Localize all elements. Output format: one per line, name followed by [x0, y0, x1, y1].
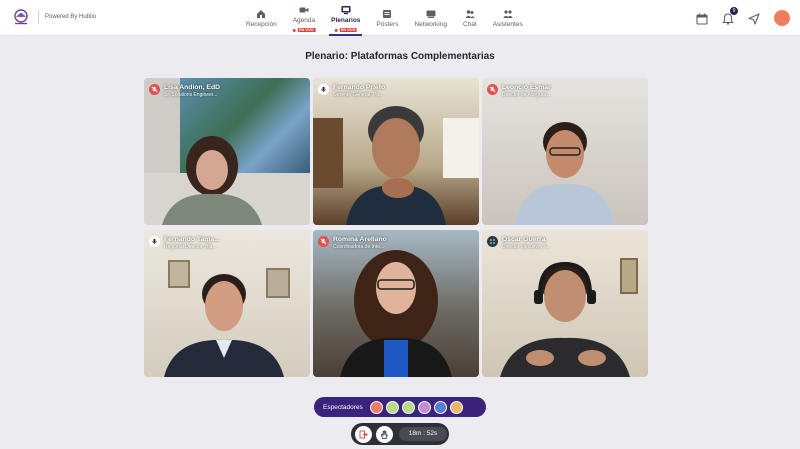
video-tile[interactable]: Fernando Tama... Regional Director, Bla..…	[144, 230, 310, 377]
mic-on-icon	[318, 84, 329, 95]
live-dot	[334, 28, 338, 32]
powered-by-label: Powered By Hubilo	[45, 14, 97, 20]
stage-screen-icon	[341, 5, 351, 14]
participant-header: Leoncio Esmar Director de Asegura...	[487, 84, 551, 99]
nav-label: Recepción	[246, 20, 277, 28]
participant-video	[162, 136, 262, 225]
nav-recepcion[interactable]: Recepción	[238, 0, 285, 36]
participant-name: Romina Arellano	[333, 236, 387, 243]
participant-name: Fernando Prieto	[333, 84, 386, 91]
live-dot	[292, 28, 296, 32]
participant-header: Fernando Tama... Regional Director, Bla..…	[149, 236, 220, 251]
user-avatar[interactable]	[774, 10, 790, 26]
spectators-bar[interactable]: Espectadores	[314, 397, 486, 417]
nav-agenda[interactable]: Agenda EN VIVO	[285, 0, 323, 36]
brand: Powered By Hubilo	[10, 8, 96, 26]
participant-role: Coordinadora de Inte...	[333, 244, 385, 250]
participant-video	[340, 250, 452, 377]
mic-on-icon	[149, 236, 160, 247]
video-tile[interactable]: Romina Arellano Coordinadora de Inte...	[313, 230, 479, 377]
participant-header: Fernando Prieto Gerente General, Po...	[318, 84, 385, 99]
mic-muted-icon	[318, 236, 329, 247]
home-icon	[257, 9, 266, 18]
participant-name: Leoncio Esmar	[502, 84, 551, 91]
messages-button[interactable]	[748, 12, 760, 25]
nav-plenarios[interactable]: Plenarios EN VIVO	[323, 0, 368, 36]
participant-role: Director de Asegura...	[502, 92, 551, 98]
participant-name: Lisa Andion, EdD	[164, 84, 221, 91]
participant-name: Fernando Tama...	[164, 236, 220, 243]
raise-hand-button[interactable]	[376, 425, 393, 443]
spectator-avatar[interactable]	[401, 400, 415, 414]
nav-label: Networking	[414, 20, 447, 28]
video-tile[interactable]: Leoncio Esmar Director de Asegura...	[482, 78, 648, 225]
participant-video	[346, 106, 446, 225]
brand-divider	[38, 10, 39, 24]
nav-label: Chat	[462, 20, 477, 28]
participant-video	[164, 274, 284, 377]
spectator-avatar[interactable]	[369, 400, 383, 414]
participant-video	[500, 261, 630, 377]
participant-role: Sr. Solutions Engineer...	[164, 92, 218, 98]
spectator-avatar[interactable]	[449, 400, 463, 414]
participant-name: Oscar Guerra	[502, 236, 546, 243]
send-icon	[748, 13, 760, 25]
header-actions: 9	[696, 0, 790, 36]
page-title: Plenario: Plataformas Complementarias	[305, 51, 495, 62]
live-badge: EN VIVO	[292, 28, 316, 32]
session-controls: 18m : 52s	[351, 423, 449, 445]
participant-header: Oscar Guerra Director ejecutivo, F...	[487, 236, 550, 251]
main-nav: Recepción Agenda EN VIVO Plenarios EN VI…	[238, 0, 531, 36]
notifications-button[interactable]: 9	[722, 7, 738, 25]
participant-role: Regional Director, Bla...	[164, 244, 217, 250]
participant-role: Director ejecutivo, F...	[502, 244, 551, 250]
spectator-avatar[interactable]	[433, 400, 447, 414]
video-tile[interactable]: Oscar Guerra Director ejecutivo, F...	[482, 230, 648, 377]
top-navigation-bar: Powered By Hubilo Recepción Agenda EN VI…	[0, 0, 800, 36]
nav-label: Plenarios	[331, 16, 361, 24]
networking-icon	[426, 10, 436, 18]
event-logo[interactable]	[10, 8, 32, 26]
nav-label: Asistentes	[492, 20, 523, 28]
video-tile[interactable]: Fernando Prieto Gerente General, Po...	[313, 78, 479, 225]
notification-count-badge: 9	[730, 7, 738, 15]
exit-icon	[359, 430, 368, 438]
participant-role: Gerente General, Po...	[333, 92, 384, 98]
video-camera-icon	[299, 7, 309, 12]
live-badge-text: EN VIVO	[297, 28, 316, 32]
calendar-icon	[696, 13, 708, 25]
participant-header: Romina Arellano Coordinadora de Inte...	[318, 236, 387, 251]
people-chat-icon	[465, 9, 475, 18]
plenary-stage: Plenario: Plataformas Complementarias Li…	[0, 36, 800, 449]
poster-board-icon	[383, 9, 392, 18]
hand-icon	[381, 430, 388, 439]
participant-header: Lisa Andion, EdD Sr. Solutions Engineer..…	[149, 84, 220, 99]
spectator-avatar[interactable]	[385, 400, 399, 414]
nav-posters[interactable]: Pósters	[368, 0, 406, 36]
live-badge-text: EN VIVO	[339, 28, 358, 32]
mic-muted-icon	[487, 84, 498, 95]
session-timer: 18m : 52s	[399, 427, 447, 441]
spectators-label: Espectadores	[323, 403, 363, 411]
nav-label: Agenda	[292, 16, 316, 24]
video-tile[interactable]: Lisa Andion, EdD Sr. Solutions Engineer..…	[144, 78, 310, 225]
mic-muted-icon	[149, 84, 160, 95]
live-badge: EN VIVO	[334, 28, 358, 32]
nav-networking[interactable]: Networking	[406, 0, 455, 36]
attendees-icon	[503, 9, 513, 18]
nav-chat[interactable]: Chat	[455, 0, 485, 36]
nav-label: Pósters	[376, 20, 399, 28]
audio-grid-icon	[487, 236, 498, 247]
calendar-button[interactable]	[696, 12, 708, 25]
nav-asistentes[interactable]: Asistentes	[485, 0, 531, 36]
spectator-avatar[interactable]	[417, 400, 431, 414]
leave-session-button[interactable]	[355, 425, 372, 443]
participant-video	[515, 122, 615, 225]
